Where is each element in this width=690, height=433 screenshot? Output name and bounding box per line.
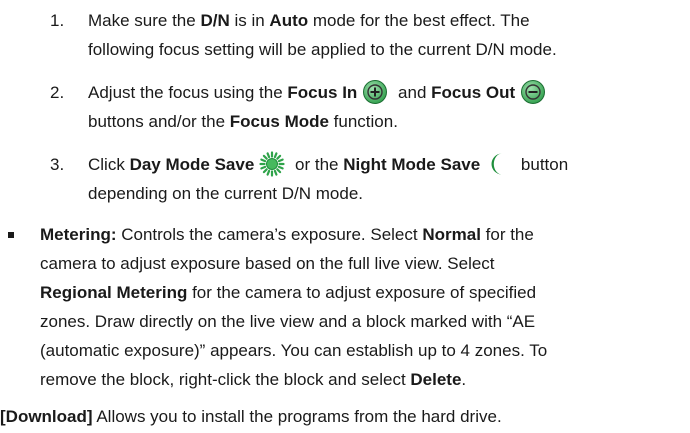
step-number: 2. [50,83,65,102]
metering-label: Metering: [40,225,117,244]
step-1-line-2: following focus setting will be applied … [88,40,557,59]
focus-out-minus-icon [520,79,546,105]
download-line: [Download] Allows you to install the pro… [0,407,502,426]
sun-icon [259,150,285,177]
step-3-line-1: Click Day Mode Save or the Night Mode Sa… [88,150,568,179]
metering-line-3: Regional Metering for the camera to adju… [40,283,537,302]
metering-line-6: remove the block, right-click the block … [40,370,467,389]
focus-in-plus-icon [362,79,388,105]
metering-line-2: camera to adjust exposure based on the f… [40,254,495,273]
bullet-square [8,232,14,238]
delete-label: Delete [410,370,462,389]
metering-line-1: Metering: Controls the camera’s exposure… [40,225,534,244]
normal-label: Normal [422,225,481,244]
day-mode-save-label: Day Mode Save [129,155,255,174]
night-mode-save-label: Night Mode Save [343,155,481,174]
moon-icon [485,151,511,177]
focus-in-label: Focus In [287,83,358,102]
step-3-line-2: depending on the current D/N mode. [88,184,364,203]
metering-line-4: zones. Draw directly on the live view an… [40,312,536,331]
focus-out-label: Focus Out [431,83,516,102]
step-2-line-1: Adjust the focus using the Focus In and … [88,78,551,107]
step-number: 3. [50,155,65,174]
step-2-line-2: buttons and/or the Focus Mode function. [88,112,398,131]
focus-mode-label: Focus Mode [229,112,329,131]
regional-metering-label: Regional Metering [40,283,188,302]
metering-line-5: (automatic exposure)” appears. You can e… [40,341,548,360]
dn-label: D/N [200,11,230,30]
auto-label: Auto [269,11,309,30]
download-label: [Download] [0,407,93,426]
step-1-line-1: Make sure the D/N is in Auto mode for th… [88,11,530,30]
step-number: 1. [50,11,65,30]
